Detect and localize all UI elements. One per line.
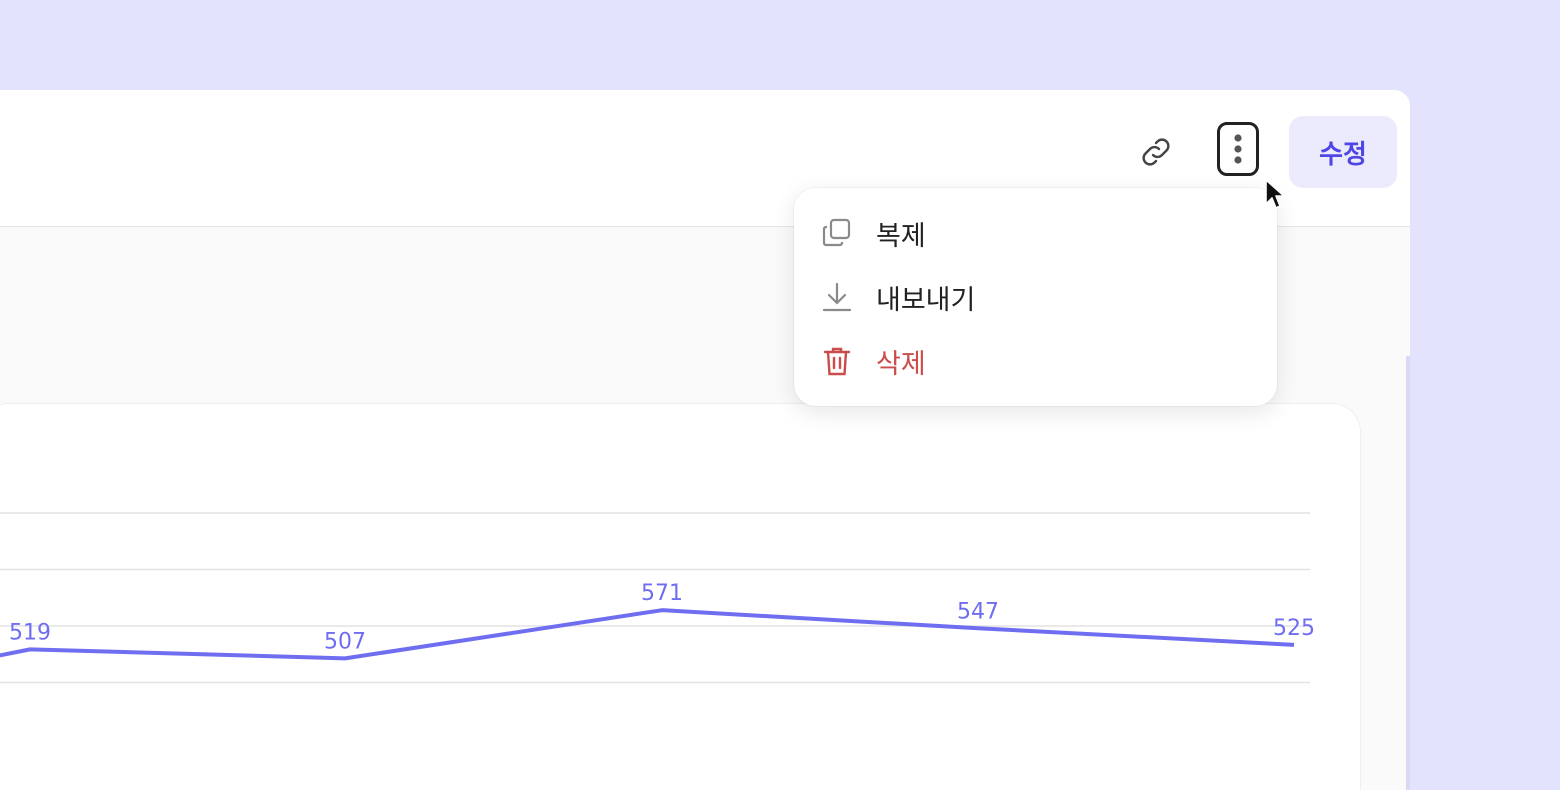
data-label: 571 [641,581,683,606]
copy-link-button[interactable] [1130,126,1182,178]
chart-card: 519 507 571 547 525 [0,404,1360,790]
more-options-menu: 복제 내보내기 삭제 [794,188,1277,406]
link-icon [1142,138,1170,166]
copy-icon [822,218,851,247]
download-icon [822,282,852,312]
menu-item-label: 내보내기 [876,284,976,316]
menu-item-delete[interactable]: 삭제 [794,333,1277,389]
more-vertical-icon [1234,134,1242,164]
menu-item-duplicate[interactable]: 복제 [794,205,1277,261]
scrollbar-edge [1406,356,1410,790]
series-line [0,608,1295,661]
data-label: 507 [324,629,366,654]
menu-item-label: 삭제 [876,348,926,380]
menu-item-export[interactable]: 내보내기 [794,269,1277,325]
data-label: 519 [9,620,51,645]
more-options-button[interactable] [1217,122,1259,176]
data-label: 525 [1273,616,1315,641]
line-chart: 519 507 571 547 525 [0,512,1315,684]
mouse-pointer-icon [1265,179,1285,209]
menu-item-label: 복제 [876,220,926,252]
edit-button[interactable]: 수정 [1289,116,1397,188]
data-label: 547 [957,599,999,624]
trash-icon [823,347,851,376]
